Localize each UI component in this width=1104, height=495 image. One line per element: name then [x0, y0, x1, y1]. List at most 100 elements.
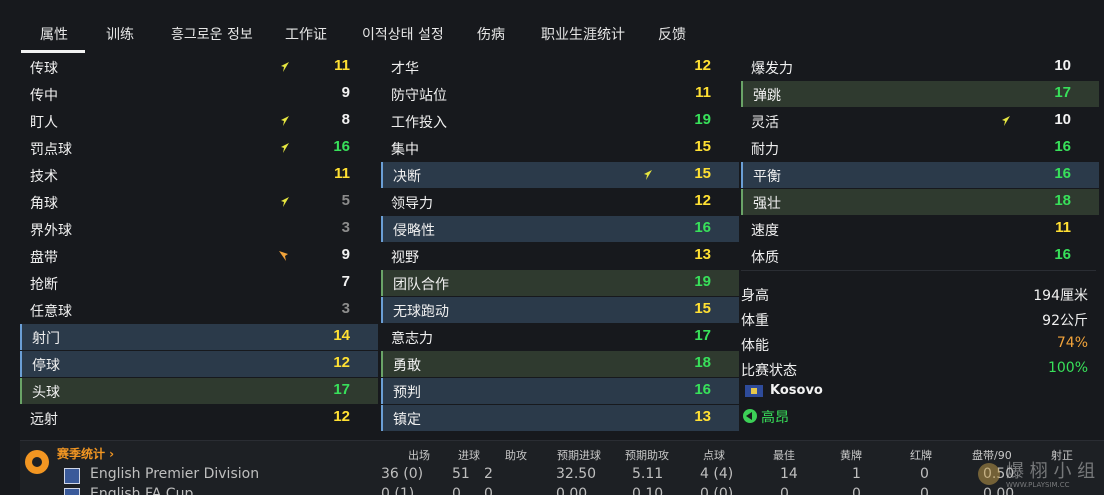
weight-row: 体重 92公斤: [741, 310, 1096, 334]
tab-bar: 属性 训练 흥그로운 정보 工作证 이적상태 설정 伤病 职业生涯统计 反馈: [0, 0, 1104, 56]
attribute-row[interactable]: 停球 12: [20, 351, 378, 377]
tab-feedback[interactable]: 反馈: [658, 24, 686, 44]
stats-header[interactable]: 点球: [703, 447, 725, 463]
attribute-label: 耐力: [751, 142, 779, 158]
tab-injuries[interactable]: 伤病: [477, 24, 505, 44]
competition-name: English Premier Division: [90, 466, 260, 482]
attribute-row[interactable]: 集中 15: [381, 135, 739, 161]
attribute-row[interactable]: 抢断 7: [20, 270, 378, 296]
attribute-row[interactable]: 头球 17: [20, 378, 378, 404]
attribute-row[interactable]: 意志力 17: [381, 324, 739, 350]
attribute-row[interactable]: 强壮 18: [741, 189, 1099, 215]
attribute-row[interactable]: 耐力 16: [741, 135, 1099, 161]
attribute-value: 12: [694, 57, 711, 74]
stats-header[interactable]: 黄牌: [840, 447, 862, 463]
weight-value: 92公斤: [1042, 313, 1088, 329]
attribute-label: 勇敢: [393, 358, 421, 374]
attribute-value: 11: [1055, 219, 1071, 236]
attribute-row[interactable]: 防守站位 11: [381, 81, 739, 107]
attribute-label: 任意球: [30, 304, 72, 320]
attribute-row[interactable]: 爆发力 10: [741, 54, 1099, 80]
attribute-row[interactable]: 任意球 3: [20, 297, 378, 323]
tab-info[interactable]: 흥그로운 정보: [171, 24, 253, 44]
stats-row[interactable]: English Premier Division 36 (0) 51 2 32.50 5.…: [20, 466, 1104, 486]
attribute-row[interactable]: 罚点球 16: [20, 135, 378, 161]
stats-cell: 0: [780, 486, 789, 495]
attribute-label: 速度: [751, 223, 779, 239]
stats-header[interactable]: 出场: [408, 447, 430, 463]
stats-header[interactable]: 进球: [458, 447, 480, 463]
attribute-row[interactable]: 团队合作 19: [381, 270, 739, 296]
attribute-value: 5: [341, 192, 350, 209]
attribute-row[interactable]: 才华 12: [381, 54, 739, 80]
attribute-value: 10: [1054, 111, 1071, 128]
attribute-row[interactable]: 盯人 8: [20, 108, 378, 134]
attribute-row[interactable]: 决断 15: [381, 162, 739, 188]
stats-header[interactable]: 红牌: [910, 447, 932, 463]
trend-up-icon: [281, 62, 289, 72]
attribute-value: 18: [694, 354, 711, 371]
stats-cell: 0: [920, 486, 929, 495]
stats-cell: 2: [484, 466, 493, 482]
season-stats-panel: 赛季统计 › 出场 进球 助攻 预期进球 预期助攻 点球 最佳 黄牌 红牌 盘带/90 射正 Eng…: [20, 440, 1104, 495]
stats-cell: 0: [484, 486, 493, 495]
attribute-row[interactable]: 角球 5: [20, 189, 378, 215]
attribute-row[interactable]: 领导力 12: [381, 189, 739, 215]
attribute-value: 16: [1054, 246, 1071, 263]
attribute-value: 8: [341, 111, 350, 128]
stats-header[interactable]: 助攻: [505, 447, 527, 463]
morale-label: 高昂: [761, 410, 789, 426]
attribute-label: 工作投入: [391, 115, 447, 131]
height-row: 身高 194厘米: [741, 285, 1096, 309]
attribute-label: 灵活: [751, 115, 779, 131]
attribute-label: 爆发力: [751, 61, 793, 77]
attribute-label: 集中: [391, 142, 419, 158]
stats-cell: 5.11: [632, 466, 664, 482]
stats-row[interactable]: English FA Cup 0 (1) 0 0 0.00 0.10 0 (0) 0 0 0 0.0…: [20, 486, 1104, 495]
weight-label: 体重: [741, 313, 769, 329]
season-stats-link[interactable]: 赛季统计 ›: [57, 445, 114, 462]
attribute-row[interactable]: 传球 11: [20, 54, 378, 80]
stats-header[interactable]: 预期进球: [557, 447, 601, 463]
tab-career-stats[interactable]: 职业生涯统计: [541, 24, 625, 44]
tab-training[interactable]: 训练: [106, 24, 134, 44]
attribute-row[interactable]: 界外球 3: [20, 216, 378, 242]
watermark-sub: WWW.PLAYSIM.CC: [1006, 481, 1070, 489]
attribute-row[interactable]: 视野 13: [381, 243, 739, 269]
tab-attributes[interactable]: 属性: [40, 24, 68, 44]
attribute-label: 传中: [30, 88, 58, 104]
stats-header[interactable]: 预期助攻: [625, 447, 669, 463]
attribute-value: 16: [694, 381, 711, 398]
attribute-value: 9: [341, 84, 350, 101]
attribute-value: 10: [1054, 57, 1071, 74]
attribute-row[interactable]: 勇敢 18: [381, 351, 739, 377]
attribute-row[interactable]: 弹跳 17: [741, 81, 1099, 107]
attribute-value: 3: [341, 219, 350, 236]
attribute-row[interactable]: 射门 14: [20, 324, 378, 350]
attribute-value: 12: [333, 408, 350, 425]
attribute-value: 12: [333, 354, 350, 371]
attribute-row[interactable]: 灵活 10: [741, 108, 1099, 134]
attribute-row[interactable]: 远射 12: [20, 405, 378, 431]
tab-work-permit[interactable]: 工作证: [285, 24, 327, 44]
attribute-label: 停球: [32, 358, 60, 374]
attribute-row[interactable]: 传中 9: [20, 81, 378, 107]
attribute-row[interactable]: 体质 16: [741, 243, 1099, 269]
stats-header[interactable]: 最佳: [773, 447, 795, 463]
attribute-label: 无球跑动: [393, 304, 449, 320]
attribute-row[interactable]: 预判 16: [381, 378, 739, 404]
tab-transfer-status[interactable]: 이적상태 설정: [362, 24, 444, 44]
attribute-row[interactable]: 速度 11: [741, 216, 1099, 242]
attribute-row[interactable]: 镇定 13: [381, 405, 739, 431]
attribute-row[interactable]: 无球跑动 15: [381, 297, 739, 323]
attribute-row[interactable]: 盘带 9: [20, 243, 378, 269]
stats-cell: 0.00: [556, 486, 588, 495]
attribute-row[interactable]: 侵略性 16: [381, 216, 739, 242]
attribute-row[interactable]: 工作投入 19: [381, 108, 739, 134]
attribute-row[interactable]: 平衡 16: [741, 162, 1099, 188]
attribute-row[interactable]: 技术 11: [20, 162, 378, 188]
competition-name: English FA Cup: [90, 486, 194, 495]
stats-cell: 0: [452, 486, 461, 495]
active-tab-indicator: [21, 50, 85, 53]
kosovo-flag-icon: [745, 385, 763, 397]
